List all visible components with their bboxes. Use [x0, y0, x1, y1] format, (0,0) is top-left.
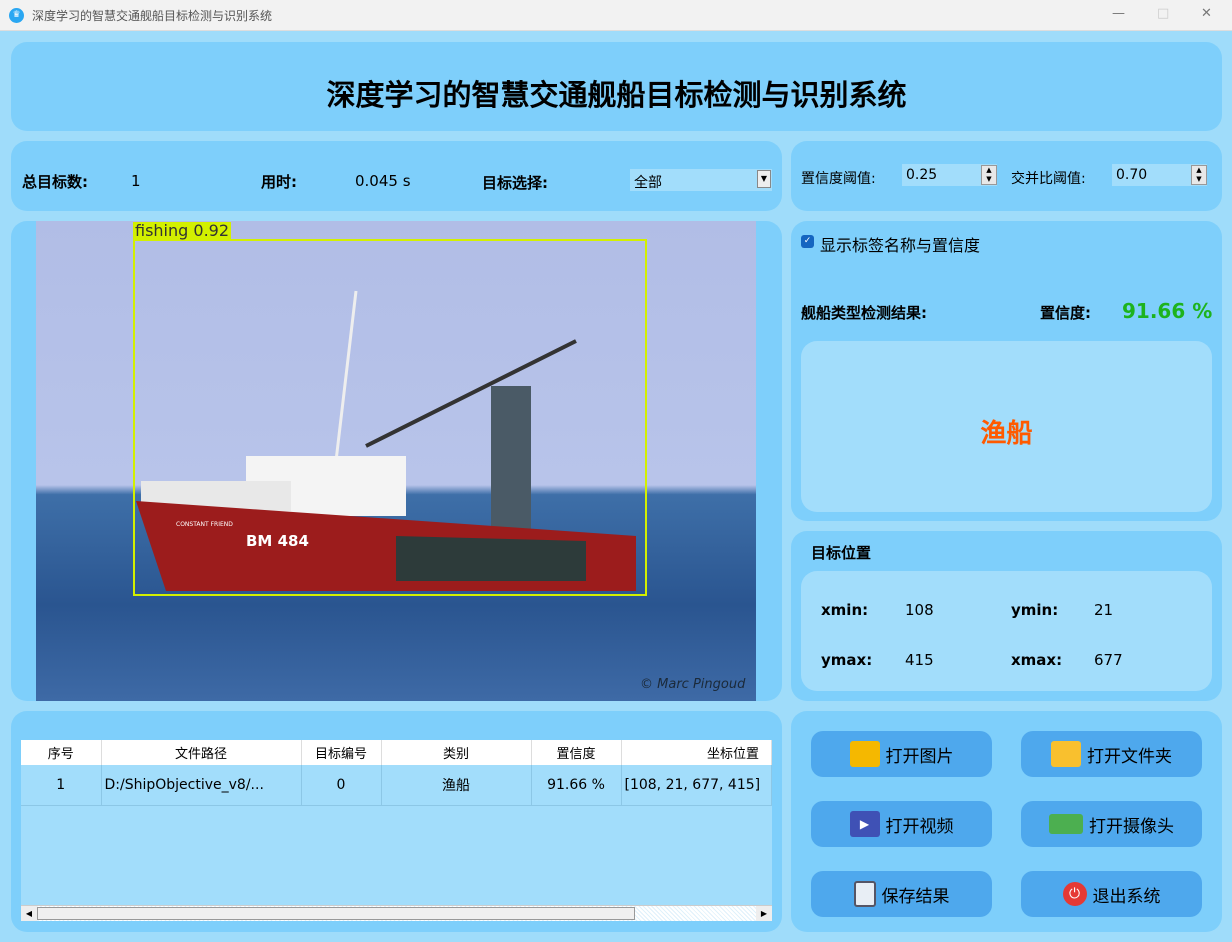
time-value: 0.045 s	[355, 172, 411, 190]
spin-arrows-icon[interactable]: ▲ ▼	[981, 165, 997, 185]
conf-threshold-value: 0.25	[906, 167, 938, 183]
cell-class: 渔船	[381, 765, 532, 806]
column-header[interactable]: 文件路径	[101, 740, 302, 765]
scroll-right-icon[interactable]: ▶	[756, 906, 772, 921]
column-header[interactable]: 坐标位置	[621, 740, 772, 765]
position-title: 目标位置	[811, 544, 872, 562]
header-panel: 深度学习的智慧交通舰船目标检测与识别系统	[11, 42, 1222, 131]
chevron-down-icon[interactable]: ▼	[757, 170, 771, 188]
iou-threshold-label: 交并比阈值:	[1011, 171, 1086, 187]
ymin-label: ymin:	[1011, 601, 1059, 619]
position-box: xmin: 108 ymin: 21 ymax: 415 xmax: 677	[801, 571, 1212, 691]
app-icon: ♛	[9, 8, 24, 23]
conf-threshold-spinbox[interactable]: 0.25 ▲ ▼	[902, 164, 997, 186]
open-video-label: 打开视频	[885, 816, 954, 837]
image-panel: BM 484 CONSTANT FRIEND fishing 0.92 © Ma…	[11, 221, 782, 701]
table-row[interactable]: 1 D:/ShipObjective_v8/... 0 渔船 91.66 % […	[21, 765, 772, 806]
image-icon	[849, 741, 880, 767]
camera-icon	[1049, 814, 1083, 834]
results-table[interactable]: 序号 文件路径 目标编号 类别 置信度 坐标位置 1 D:/ShipObject…	[21, 740, 772, 921]
open-image-button[interactable]: 打开图片	[811, 731, 992, 777]
exit-button[interactable]: ⏻ 退出系统	[1021, 871, 1202, 917]
exit-label: 退出系统	[1092, 886, 1161, 907]
result-panel: ✓ 显示标签名称与置信度 舰船类型检测结果: 置信度: 91.66 % 渔船	[791, 221, 1222, 521]
cell-path: D:/ShipObjective_v8/...	[101, 765, 302, 806]
column-header[interactable]: 序号	[21, 740, 102, 765]
open-folder-label: 打开文件夹	[1087, 746, 1172, 767]
scroll-left-icon[interactable]: ◀	[21, 906, 37, 921]
table-header: 序号 文件路径 目标编号 类别 置信度 坐标位置	[21, 740, 772, 765]
show-label-text: 显示标签名称与置信度	[820, 236, 981, 255]
ymin-value: 21	[1094, 601, 1114, 619]
column-header[interactable]: 目标编号	[301, 740, 382, 765]
open-camera-label: 打开摄像头	[1089, 816, 1174, 837]
confidence-value: 91.66 %	[1122, 299, 1213, 323]
save-button[interactable]: 保存结果	[811, 871, 992, 917]
save-label: 保存结果	[881, 886, 950, 907]
params-panel: 置信度阈值: 0.25 ▲ ▼ 交并比阈值: 0.70 ▲ ▼	[791, 141, 1222, 211]
open-video-button[interactable]: ▶ 打开视频	[811, 801, 992, 847]
select-label: 目标选择:	[482, 174, 548, 192]
maximize-button[interactable]: □	[1157, 6, 1169, 21]
minimize-button[interactable]: —	[1112, 6, 1125, 21]
cell-index: 1	[21, 765, 102, 806]
confidence-label: 置信度:	[1040, 304, 1091, 322]
detection-label: fishing 0.92	[133, 221, 232, 240]
horizontal-scrollbar[interactable]: ◀ ▶	[21, 905, 772, 921]
scrollbar-thumb[interactable]	[37, 907, 635, 920]
open-camera-button[interactable]: 打开摄像头	[1021, 801, 1202, 847]
xmax-value: 677	[1094, 651, 1123, 669]
watermark: © Marc Pingoud	[640, 677, 746, 692]
show-label-checkbox[interactable]: ✓	[801, 235, 814, 248]
iou-threshold-value: 0.70	[1116, 167, 1148, 183]
save-icon	[853, 881, 876, 907]
open-folder-button[interactable]: 打开文件夹	[1021, 731, 1202, 777]
actions-panel: 打开图片 打开文件夹 ▶ 打开视频 打开摄像头 保存结果 ⏻ 退出系统	[791, 711, 1222, 932]
open-image-label: 打开图片	[885, 746, 954, 767]
target-select[interactable]: 全部 ▼	[630, 169, 772, 191]
cell-target-id: 0	[301, 765, 382, 806]
detection-box	[133, 239, 647, 596]
title-bar: ♛ 深度学习的智慧交通舰船目标检测与识别系统 — □ ✕	[0, 0, 1232, 31]
column-header[interactable]: 置信度	[531, 740, 622, 765]
xmin-label: xmin:	[821, 601, 869, 619]
xmax-label: xmax:	[1011, 651, 1063, 669]
ship-type-label: 舰船类型检测结果:	[801, 304, 927, 322]
xmin-value: 108	[905, 601, 934, 619]
spin-arrows-icon[interactable]: ▲ ▼	[1191, 165, 1207, 185]
folder-icon	[1051, 741, 1081, 767]
target-select-value: 全部	[634, 175, 662, 191]
total-value: 1	[131, 172, 141, 190]
power-icon: ⏻	[1062, 882, 1087, 906]
ymax-value: 415	[905, 651, 934, 669]
table-panel: 序号 文件路径 目标编号 类别 置信度 坐标位置 1 D:/ShipObject…	[11, 711, 782, 932]
page-title: 深度学习的智慧交通舰船目标检测与识别系统	[326, 78, 907, 112]
column-header[interactable]: 类别	[381, 740, 532, 765]
time-label: 用时:	[261, 173, 297, 191]
cell-confidence: 91.66 %	[531, 765, 622, 806]
ymax-label: ymax:	[821, 651, 873, 669]
class-result-box: 渔船	[801, 341, 1212, 512]
close-button[interactable]: ✕	[1201, 6, 1212, 21]
position-panel: 目标位置 xmin: 108 ymin: 21 ymax: 415 xmax: …	[791, 531, 1222, 701]
stats-panel: 总目标数: 1 用时: 0.045 s 目标选择: 全部 ▼	[11, 141, 782, 211]
total-label: 总目标数:	[22, 173, 88, 191]
conf-threshold-label: 置信度阈值:	[801, 171, 876, 187]
window-title: 深度学习的智慧交通舰船目标检测与识别系统	[32, 9, 273, 23]
detection-image: BM 484 CONSTANT FRIEND fishing 0.92 © Ma…	[36, 221, 756, 701]
cell-coords: [108, 21, 677, 415]	[621, 765, 772, 806]
video-icon: ▶	[849, 811, 880, 837]
class-name: 渔船	[980, 419, 1033, 449]
iou-threshold-spinbox[interactable]: 0.70 ▲ ▼	[1112, 164, 1207, 186]
